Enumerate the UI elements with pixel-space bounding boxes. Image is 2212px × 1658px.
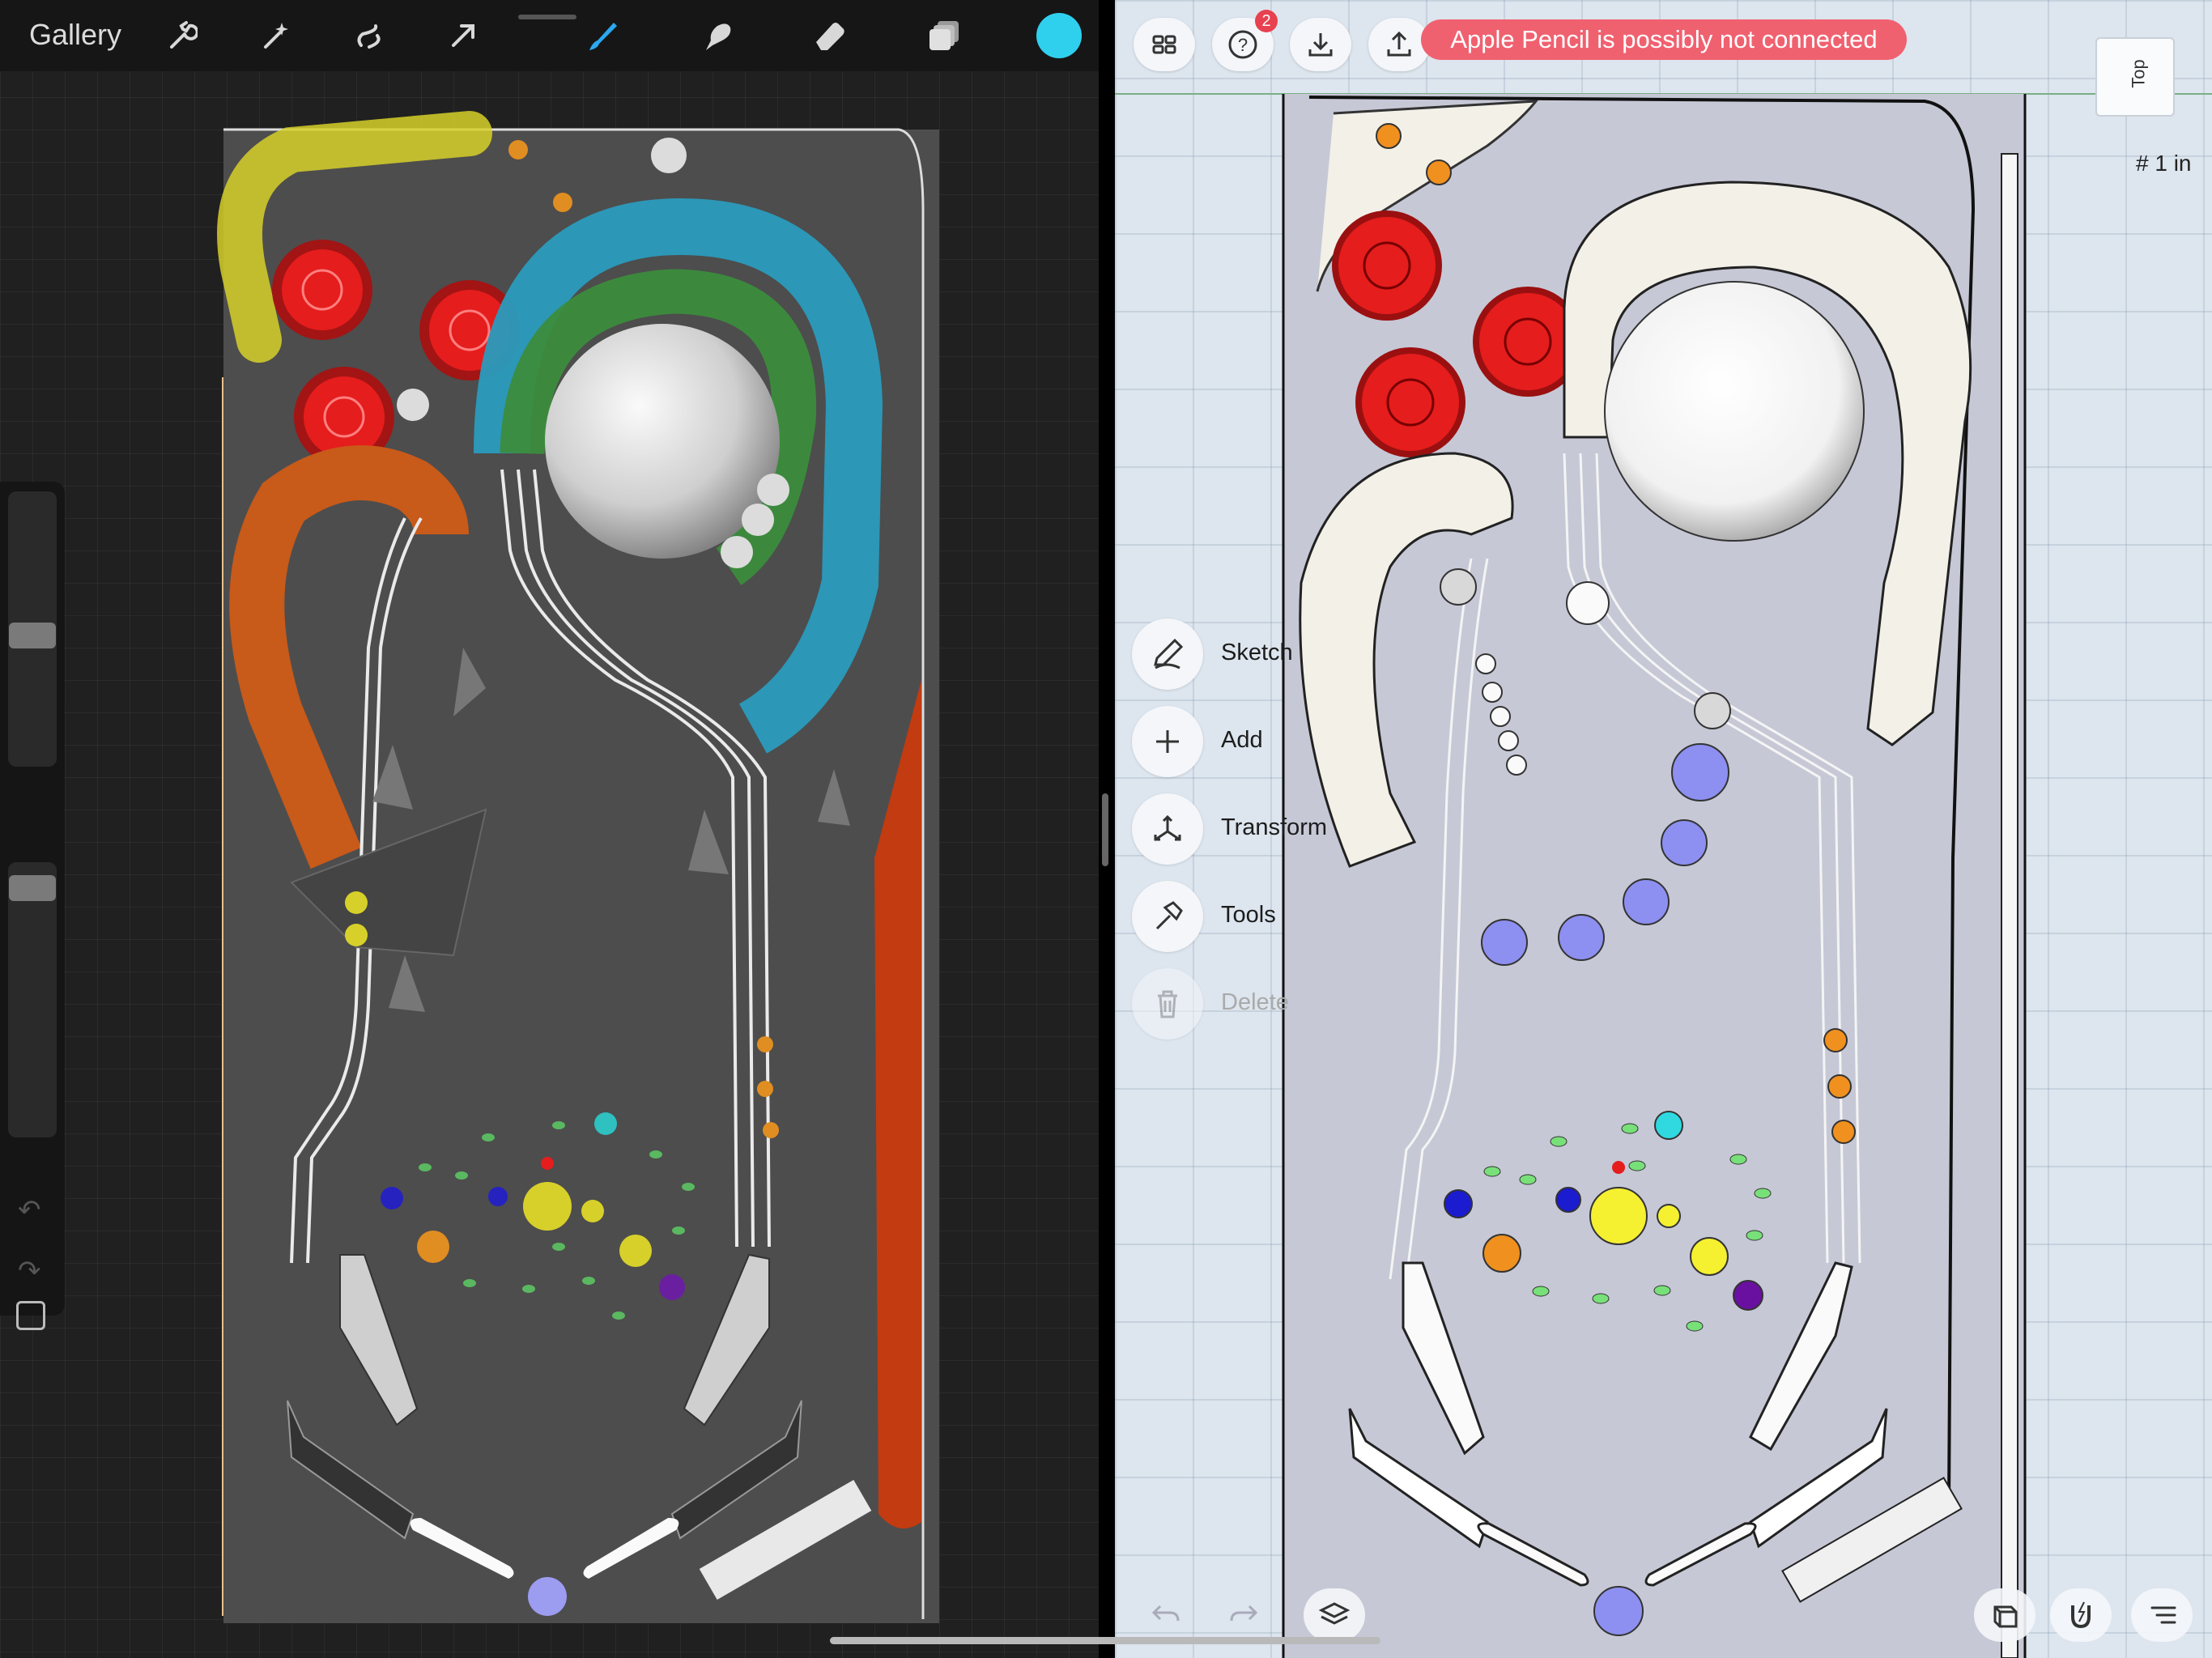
modify-button[interactable]	[16, 1301, 45, 1330]
magnet-icon	[2071, 1601, 2091, 1629]
brush-icon[interactable]	[581, 15, 623, 57]
sketch-button[interactable]	[1132, 619, 1203, 690]
selection-icon[interactable]	[348, 15, 390, 57]
transform-label[interactable]: Transform	[1221, 814, 1327, 841]
procreate-toolbar: Gallery	[0, 0, 1099, 71]
magic-wand-icon[interactable]	[254, 15, 296, 57]
transform-icon	[1154, 814, 1181, 841]
transform-arrow-icon[interactable]	[442, 15, 484, 57]
snapping-button[interactable]	[2050, 1588, 2112, 1642]
tools-button[interactable]	[1132, 881, 1203, 952]
home-indicator[interactable]	[830, 1637, 1380, 1644]
brush-size-knob[interactable]	[9, 623, 56, 648]
layers-icon[interactable]	[923, 15, 965, 57]
add-label[interactable]: Add	[1221, 727, 1263, 754]
tools-label[interactable]: Tools	[1221, 902, 1276, 929]
redo-icon[interactable]: ↷	[18, 1255, 41, 1287]
sketch-label[interactable]: Sketch	[1221, 640, 1293, 666]
hammer-icon	[1155, 901, 1183, 930]
playfield-artwork	[217, 111, 939, 1623]
export-button[interactable]	[1368, 18, 1430, 71]
redo-button[interactable]	[1213, 1588, 1274, 1642]
split-view-grip[interactable]	[1102, 793, 1108, 866]
procreate-pane: Gallery ↶ ↷	[0, 0, 1099, 1658]
download-icon	[1308, 33, 1333, 57]
gallery-button[interactable]: Gallery	[29, 18, 121, 52]
layers-button[interactable]	[1304, 1588, 1365, 1642]
help-icon: ?	[1228, 30, 1257, 59]
eraser-icon[interactable]	[808, 15, 850, 57]
smudge-icon[interactable]	[696, 15, 738, 57]
brush-size-slider[interactable]	[8, 491, 57, 767]
undo-icon	[1151, 1605, 1180, 1622]
brush-size-indicator	[518, 15, 576, 19]
home-grid-button[interactable]	[1134, 18, 1195, 71]
transform-button[interactable]	[1132, 793, 1203, 865]
pencil-warning-toast: Apple Pencil is possibly not connected	[1421, 19, 1907, 60]
color-swatch[interactable]	[1036, 13, 1082, 58]
split-view-divider[interactable]	[1099, 0, 1115, 1658]
opacity-knob[interactable]	[9, 875, 56, 901]
undo-button[interactable]	[1135, 1588, 1197, 1642]
help-badge: 2	[1255, 10, 1278, 32]
view-cube[interactable]: Top	[2095, 37, 2175, 117]
delete-label[interactable]: Delete	[1221, 989, 1289, 1016]
opacity-slider[interactable]	[8, 862, 57, 1137]
undo-icon[interactable]: ↶	[18, 1194, 41, 1226]
wrench-icon[interactable]	[160, 15, 202, 57]
sketch-icon	[1154, 638, 1184, 670]
view-cube-label: Top	[2128, 59, 2149, 88]
cube-icon	[1993, 1605, 2018, 1628]
pop-bumper	[1355, 347, 1465, 457]
add-button[interactable]	[1132, 706, 1203, 777]
redo-icon	[1230, 1605, 1258, 1622]
menu-button[interactable]	[2131, 1588, 2193, 1642]
delete-button[interactable]	[1132, 968, 1203, 1039]
plus-icon	[1156, 730, 1179, 753]
pop-bumper	[272, 240, 372, 340]
scale-indicator: # 1 in	[2136, 151, 2192, 176]
menu-icon	[2150, 1606, 2176, 1624]
view-style-button[interactable]	[1974, 1588, 2035, 1642]
pop-bumper	[1332, 210, 1442, 321]
svg-text:?: ?	[1238, 35, 1248, 55]
trash-icon	[1158, 990, 1177, 1018]
stack-icon	[1318, 1602, 1351, 1625]
procreate-sidebar: ↶ ↷	[0, 482, 65, 1330]
import-button[interactable]	[1290, 18, 1351, 71]
upload-icon	[1387, 31, 1411, 57]
